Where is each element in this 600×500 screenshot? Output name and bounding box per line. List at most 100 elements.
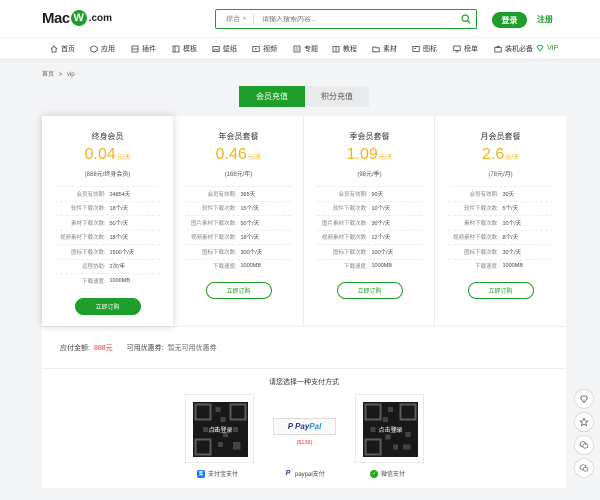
paypal-logo[interactable]: P Pay Pal bbox=[273, 418, 336, 435]
feature-row: 下载速度: 1000MB bbox=[448, 258, 553, 274]
feature-row: 图标下载次数: 300个/天 bbox=[186, 244, 291, 259]
paypal-box[interactable]: P Pay Pal ($138) bbox=[270, 413, 339, 455]
diamond-icon bbox=[579, 395, 589, 404]
breadcrumb: 首页 > vip bbox=[42, 69, 75, 78]
vip-float-button[interactable] bbox=[574, 389, 594, 409]
wechat-float-button[interactable] bbox=[574, 458, 594, 478]
nav-item-wallpapers[interactable]: 壁纸 bbox=[212, 44, 237, 54]
feature-row: 下载速度: 1000MB bbox=[317, 258, 422, 274]
plan-features: 会员有效期: 24854天 软件下载次数: 18个/天 素材下载次数: 50个/天 视… bbox=[55, 186, 160, 288]
paypal-price: ($138) bbox=[296, 440, 313, 446]
plan-total-price: (888元/终身会员) bbox=[84, 172, 131, 178]
plan-features: 会员有效期: 365天 软件下载次数: 15个/天 图片素材下载次数: 50个/天 视… bbox=[186, 186, 291, 273]
paypal-option[interactable]: P paypal支付 bbox=[284, 469, 325, 478]
tab-points-recharge[interactable]: 积分充值 bbox=[305, 86, 369, 107]
plans-panel: 终身会员 0.04元/天 (888元/终身会员) 会员有效期: 24854天 软件… bbox=[42, 116, 566, 326]
feature-row: 会员有效期: 365天 bbox=[186, 186, 291, 201]
feature-row: 软件下载次数: 10个/天 bbox=[317, 200, 422, 216]
nav-item-topics[interactable]: 专题 bbox=[293, 44, 318, 54]
nav-item-videos[interactable]: 视频 bbox=[252, 44, 277, 54]
search-input[interactable] bbox=[253, 15, 456, 23]
feature-row: 视频素材下载次数: 18个/天 bbox=[55, 229, 160, 245]
feature-row: 下载速度: 1000MB bbox=[186, 258, 291, 274]
nav-item-ranking[interactable]: 榜单 bbox=[453, 44, 478, 54]
site-logo[interactable]: Mac W .com bbox=[42, 8, 112, 28]
alipay-qr-code: 点击登录 bbox=[193, 402, 248, 457]
buy-button[interactable]: 立即订购 bbox=[336, 282, 403, 299]
plan-card-monthly[interactable]: 月会员套餐 2.6元/天 (78元/月) 会员有效期: 30天 软件下载次数: 5个… bbox=[435, 116, 566, 326]
plan-card-yearly[interactable]: 年会员套餐 0.46元/天 (168元/年) 会员有效期: 365天 软件下载次数… bbox=[173, 116, 304, 326]
icon-icon bbox=[412, 46, 420, 52]
coupon-value: 暂无可用优惠券 bbox=[167, 344, 217, 352]
plan-name: 季会员套餐 bbox=[349, 132, 390, 141]
alipay-option[interactable]: 支 支付宝支付 bbox=[197, 469, 238, 478]
plan-features: 会员有效期: 90天 软件下载次数: 10个/天 图片素材下载次数: 30个/天 视频… bbox=[317, 186, 422, 273]
plan-price: 1.09元/天 bbox=[346, 146, 393, 163]
nav-item-essentials[interactable]: 装机必备 bbox=[494, 44, 533, 54]
nav-item-tutorials[interactable]: 教程 bbox=[332, 44, 357, 54]
tab-membership-recharge[interactable]: 会员充值 bbox=[239, 86, 305, 107]
amount-value: 888元 bbox=[93, 344, 113, 352]
nav-item-home[interactable]: 首页 bbox=[50, 44, 75, 54]
feature-row: 会员有效期: 90天 bbox=[317, 186, 422, 201]
register-link[interactable]: 注册 bbox=[537, 14, 553, 25]
ranking-icon bbox=[453, 45, 461, 53]
plan-features: 会员有效期: 30天 软件下载次数: 5个/天 素材下载次数: 10个/天 视频素材下… bbox=[448, 186, 553, 273]
plan-price: 2.6元/天 bbox=[482, 146, 519, 163]
feature-row: 图片素材下载次数: 30个/天 bbox=[317, 215, 422, 230]
nav-item-icons[interactable]: 图标 bbox=[412, 44, 437, 54]
buy-button[interactable]: 立即订购 bbox=[74, 298, 141, 315]
site-header: Mac W .com 综合 ▼ 登录 注册 bbox=[0, 0, 600, 37]
logo-suffix: .com bbox=[88, 12, 113, 24]
feature-row: 下载速度: 1000MB bbox=[55, 273, 160, 288]
template-icon bbox=[172, 45, 180, 53]
video-icon bbox=[252, 46, 260, 52]
feature-row: 远程协助: 2次/年 bbox=[55, 258, 160, 274]
favorite-float-button[interactable] bbox=[574, 412, 594, 432]
logo-text: Mac bbox=[42, 9, 70, 27]
plan-total-price: (168元/年) bbox=[224, 172, 253, 178]
wechat-icon: ✓ bbox=[370, 469, 378, 478]
payment-panel: 请您选择一种支付方式 点击登录 P Pay Pal ($138) 点击登录 支 … bbox=[42, 368, 566, 488]
nav-item-apps[interactable]: 应用 bbox=[90, 44, 115, 54]
wallpaper-icon bbox=[212, 46, 220, 52]
search-icon[interactable] bbox=[456, 10, 476, 28]
feature-row: 软件下载次数: 18个/天 bbox=[55, 200, 160, 216]
plan-name: 月会员套餐 bbox=[480, 132, 521, 141]
wechat-qr-box[interactable]: 点击登录 bbox=[355, 394, 424, 463]
wechat-option[interactable]: ✓ 微信支付 bbox=[370, 469, 405, 478]
wechat-qr-code: 点击登录 bbox=[363, 402, 418, 457]
feedback-float-button[interactable] bbox=[574, 435, 594, 455]
feature-row: 图标下载次数: 100个/天 bbox=[317, 244, 422, 259]
wechat-icon bbox=[579, 464, 589, 472]
plan-name: 终身会员 bbox=[91, 132, 124, 141]
star-icon bbox=[579, 417, 589, 427]
buy-button[interactable]: 立即订购 bbox=[467, 282, 534, 299]
search-category-select[interactable]: 综合 ▼ bbox=[216, 14, 253, 24]
breadcrumb-separator: > bbox=[58, 72, 63, 78]
briefcase-icon bbox=[494, 45, 502, 53]
alipay-icon: 支 bbox=[197, 469, 205, 478]
amount-bar: 应付金额: 888元 可用优惠券: 暂无可用优惠券 bbox=[42, 326, 566, 368]
alipay-qr-box[interactable]: 点击登录 bbox=[185, 394, 254, 463]
nav-item-plugins[interactable]: 插件 bbox=[131, 44, 156, 54]
plan-price: 0.46元/天 bbox=[215, 146, 262, 163]
qr-login-overlay[interactable]: 点击登录 bbox=[193, 402, 248, 457]
paypal-icon: P bbox=[284, 469, 292, 478]
feature-row: 会员有效期: 24854天 bbox=[55, 186, 160, 201]
plan-card-quarterly[interactable]: 季会员套餐 1.09元/天 (98元/季) 会员有效期: 90天 软件下载次数: 1… bbox=[304, 116, 435, 326]
plan-card-lifetime[interactable]: 终身会员 0.04元/天 (888元/终身会员) 会员有效期: 24854天 软件… bbox=[42, 116, 173, 326]
qr-login-overlay[interactable]: 点击登录 bbox=[363, 402, 418, 457]
breadcrumb-home[interactable]: 首页 bbox=[42, 72, 54, 78]
nav-item-templates[interactable]: 模板 bbox=[172, 44, 197, 54]
feature-row: 素材下载次数: 10个/天 bbox=[448, 215, 553, 230]
login-button[interactable]: 登录 bbox=[492, 12, 527, 28]
plan-price: 0.04元/天 bbox=[84, 146, 131, 163]
feature-row: 软件下载次数: 15个/天 bbox=[186, 200, 291, 216]
buy-button[interactable]: 立即订购 bbox=[205, 282, 272, 299]
nav-item-vip[interactable]: VIP bbox=[536, 44, 558, 52]
nav-item-materials[interactable]: 素材 bbox=[372, 44, 397, 54]
feature-row: 图标下载次数: 1500个/天 bbox=[55, 244, 160, 259]
plan-total-price: (98元/季) bbox=[357, 172, 382, 178]
logo-badge: W bbox=[70, 10, 87, 26]
